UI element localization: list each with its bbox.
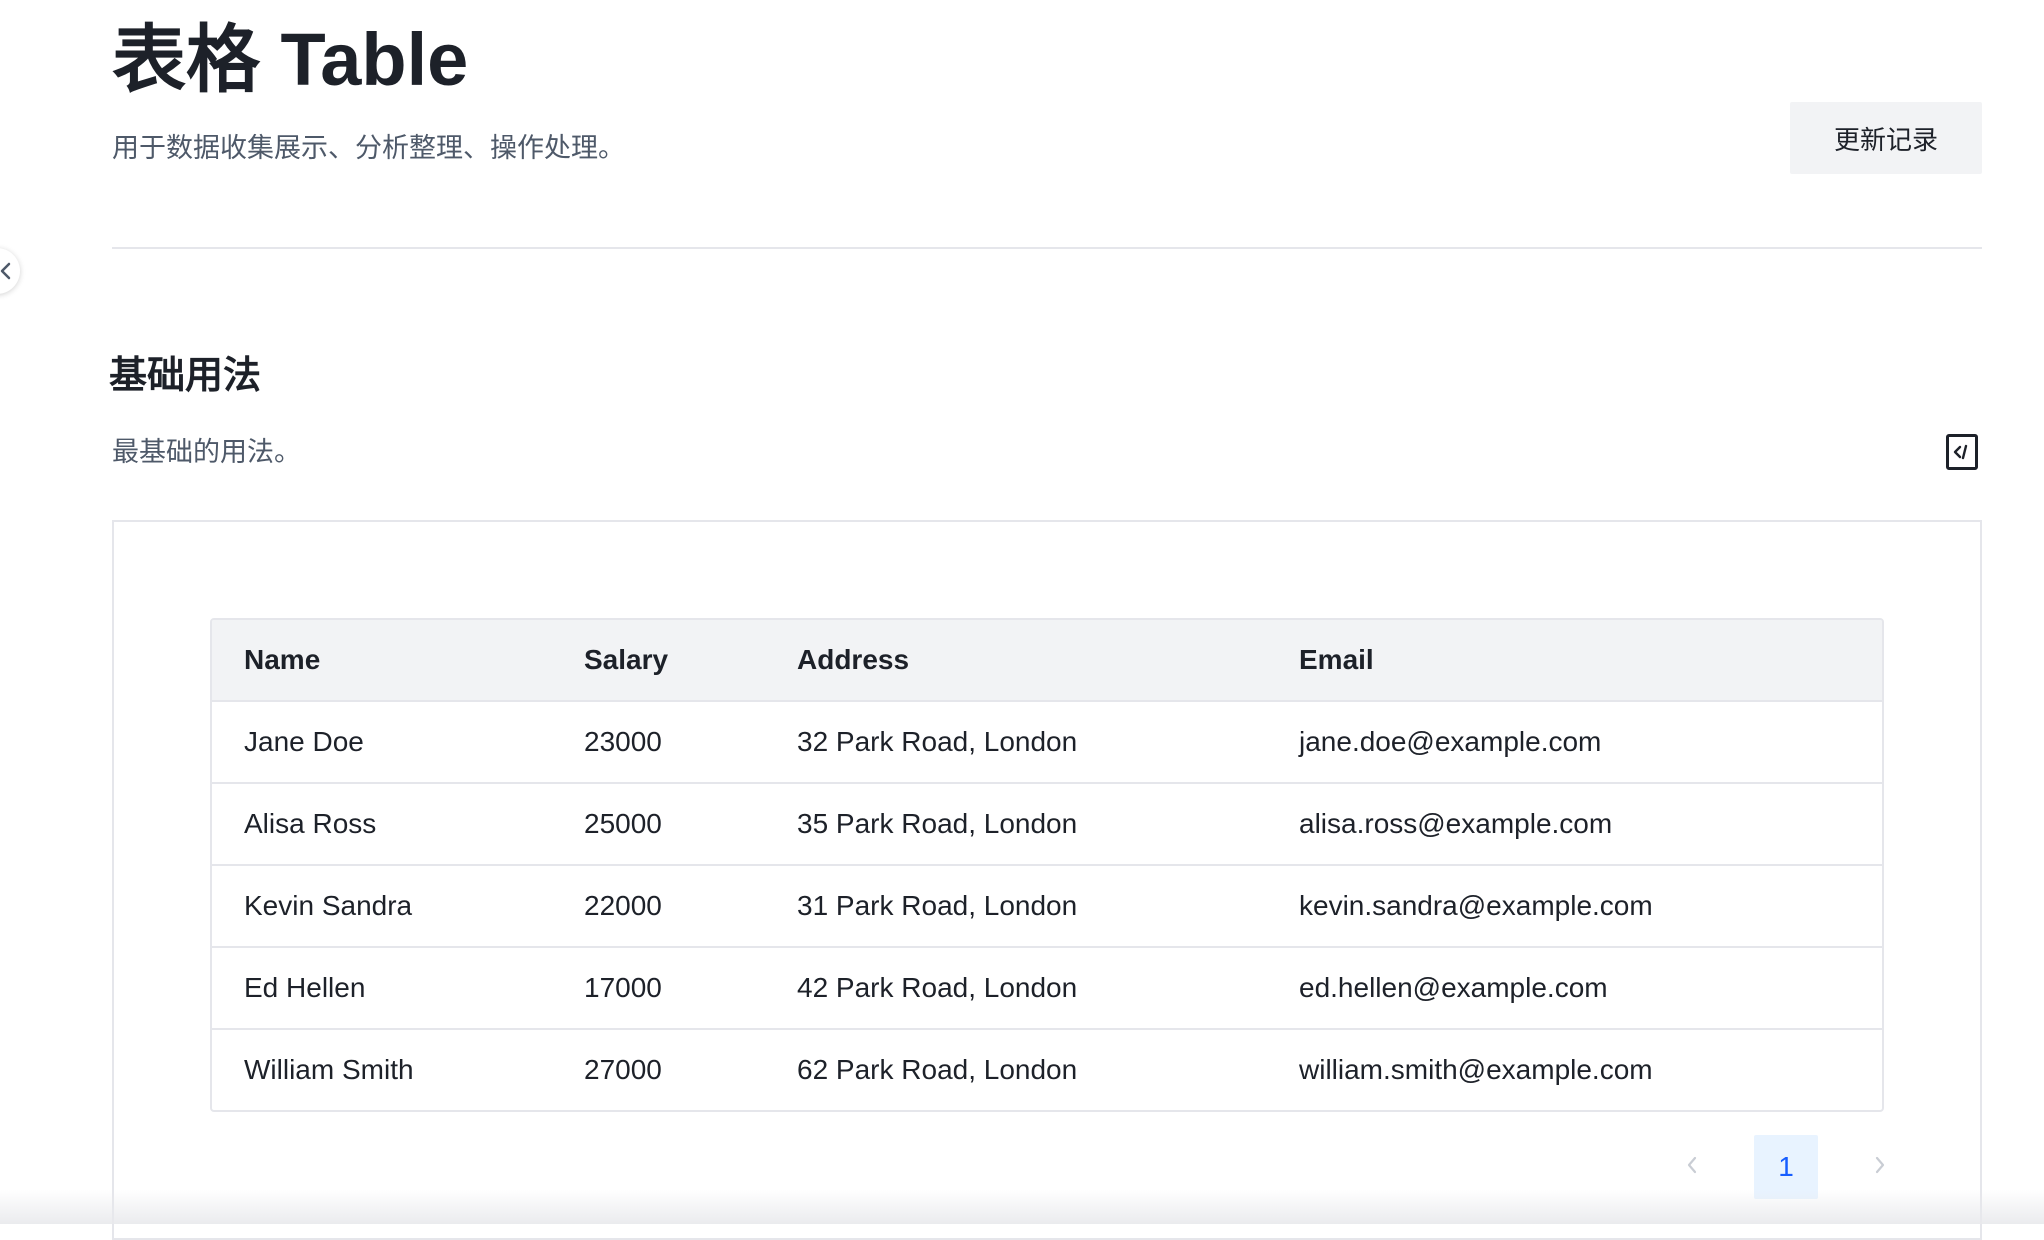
pagination-page-1[interactable]: 1: [1754, 1135, 1818, 1199]
table-row: Ed Hellen 17000 42 Park Road, London ed.…: [212, 947, 1882, 1030]
changelog-button[interactable]: 更新记录: [1790, 102, 1982, 174]
code-icon: [1952, 443, 1972, 461]
cell-salary: 22000: [552, 865, 765, 948]
cell-name: Ed Hellen: [212, 947, 552, 1030]
cell-email: ed.hellen@example.com: [1267, 947, 1882, 1030]
cell-address: 42 Park Road, London: [765, 947, 1267, 1030]
cell-address: 35 Park Road, London: [765, 783, 1267, 866]
column-header-name: Name: [212, 620, 552, 702]
data-table: Name Salary Address Email Jane Doe 23000…: [210, 618, 1884, 1112]
cell-email: alisa.ross@example.com: [1267, 783, 1882, 866]
page-title: 表格 Table: [112, 18, 469, 101]
cell-salary: 23000: [552, 701, 765, 784]
pagination-prev-button[interactable]: [1660, 1135, 1724, 1199]
cell-name: Jane Doe: [212, 701, 552, 784]
table-row: Alisa Ross 25000 35 Park Road, London al…: [212, 783, 1882, 866]
table-row: William Smith 27000 62 Park Road, London…: [212, 1029, 1882, 1110]
table-header-row: Name Salary Address Email: [212, 620, 1882, 702]
column-header-email: Email: [1267, 620, 1882, 702]
cell-email: jane.doe@example.com: [1267, 701, 1882, 784]
section-description: 最基础的用法。: [112, 437, 301, 467]
cell-name: William Smith: [244, 1054, 414, 1085]
show-code-button[interactable]: [1946, 434, 1978, 470]
table-row: Jane Doe 23000 32 Park Road, London jane…: [212, 701, 1882, 784]
cell-salary: 17000: [552, 947, 765, 1030]
pagination-next-button[interactable]: [1848, 1135, 1912, 1199]
cell-salary: 27000: [584, 1054, 662, 1085]
column-header-address: Address: [765, 620, 1267, 702]
chevron-right-icon: [1873, 1154, 1887, 1181]
column-header-salary: Salary: [552, 620, 765, 702]
pagination: 1: [1660, 1135, 1912, 1199]
cell-address: 31 Park Road, London: [765, 865, 1267, 948]
cell-salary: 25000: [552, 783, 765, 866]
page-description: 用于数据收集展示、分析整理、操作处理。: [112, 133, 625, 163]
cell-name: Kevin Sandra: [212, 865, 552, 948]
header-divider: [112, 247, 1982, 249]
chevron-left-icon: [0, 261, 12, 281]
cell-address: 62 Park Road, London: [797, 1054, 1078, 1085]
chevron-left-icon: [1685, 1154, 1699, 1181]
cell-name: Alisa Ross: [212, 783, 552, 866]
cell-address: 32 Park Road, London: [765, 701, 1267, 784]
sidebar-collapse-button[interactable]: [0, 248, 20, 294]
table-row: Kevin Sandra 22000 31 Park Road, London …: [212, 865, 1882, 948]
section-title: 基础用法: [109, 355, 262, 397]
cell-email: kevin.sandra@example.com: [1267, 865, 1882, 948]
cell-email: william.smith@example.com: [1299, 1054, 1653, 1085]
